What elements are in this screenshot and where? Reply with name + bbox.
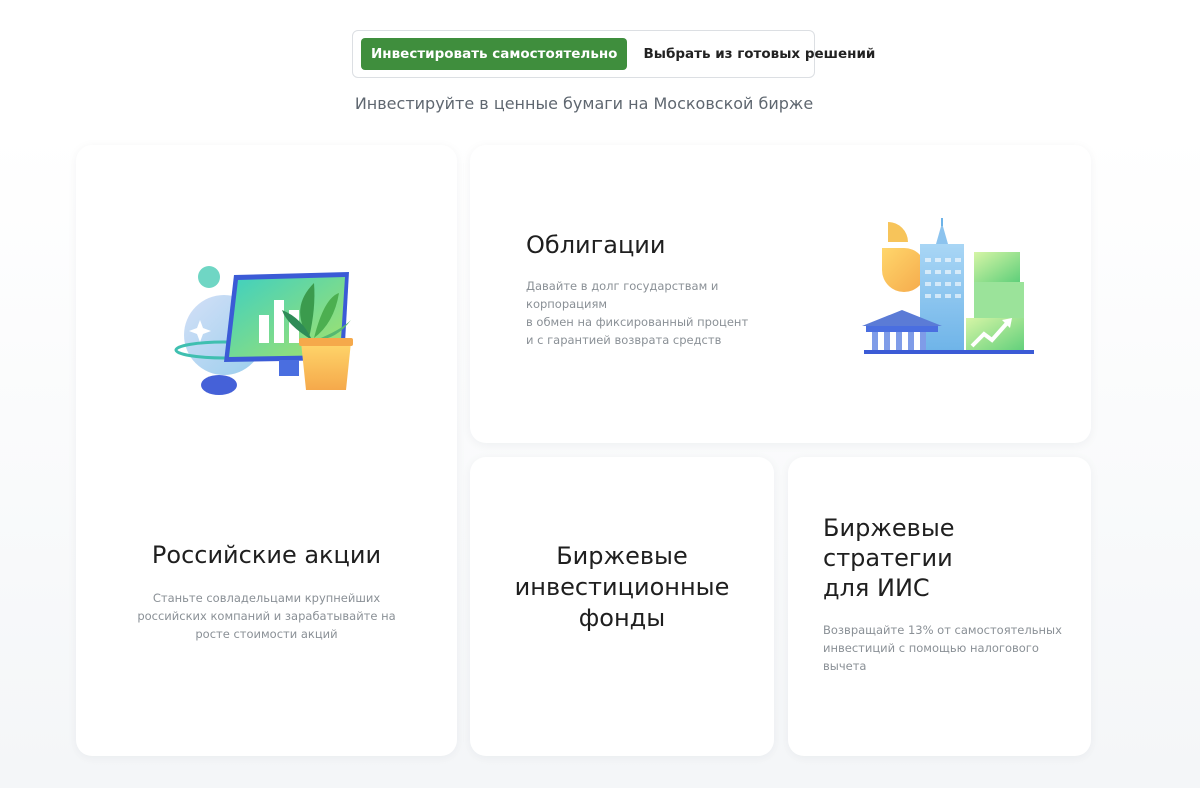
card-title-line: фонды (578, 604, 666, 632)
monitor-chart-plant-icon (174, 266, 353, 395)
card-russian-stocks[interactable]: Российские акции Станьте совладельцами к… (76, 145, 457, 756)
card-title: Облигации (526, 231, 666, 259)
card-title-line: инвестиционные (514, 573, 730, 601)
card-description: Возвращайте 13% от самостоятельных инвес… (823, 623, 1062, 673)
investment-mode-toggle: Инвестировать самостоятельно Выбрать из … (352, 30, 875, 78)
card-title-line: для ИИС (823, 574, 930, 602)
card-title: Российские акции (151, 541, 382, 569)
card-description: Давайте в долг государствам и корпорация… (526, 277, 796, 349)
card-title-line: стратегии (823, 544, 953, 572)
card-etf[interactable]: Биржевые инвестиционные фонды (470, 457, 774, 756)
card-title: Биржевые стратегии для ИИС (823, 513, 955, 603)
description-line: Давайте в долг государствам и корпорация… (526, 279, 719, 311)
choose-ready-solutions-button[interactable]: Выбрать из готовых решений (633, 38, 885, 70)
card-description: Станьте совладельцами крупнейших российс… (137, 591, 396, 641)
invest-self-button[interactable]: Инвестировать самостоятельно (361, 38, 628, 70)
page-subtitle: Инвестируйте в ценные бумаги на Московск… (354, 94, 814, 113)
card-iis-strategies[interactable]: Биржевые стратегии для ИИС Возвращайте 1… (788, 457, 1091, 756)
description-line: и с гарантией возврата средств (526, 333, 722, 347)
card-title-line: Биржевые (823, 514, 955, 542)
card-title-line: Биржевые (556, 542, 688, 570)
city-buildings-chart-icon (862, 218, 1034, 354)
description-line: в обмен на фиксированный процент (526, 315, 749, 329)
card-bonds[interactable]: Облигации Давайте в долг государствам и … (470, 145, 1091, 443)
card-title: Биржевые инвестиционные фонды (470, 541, 774, 634)
